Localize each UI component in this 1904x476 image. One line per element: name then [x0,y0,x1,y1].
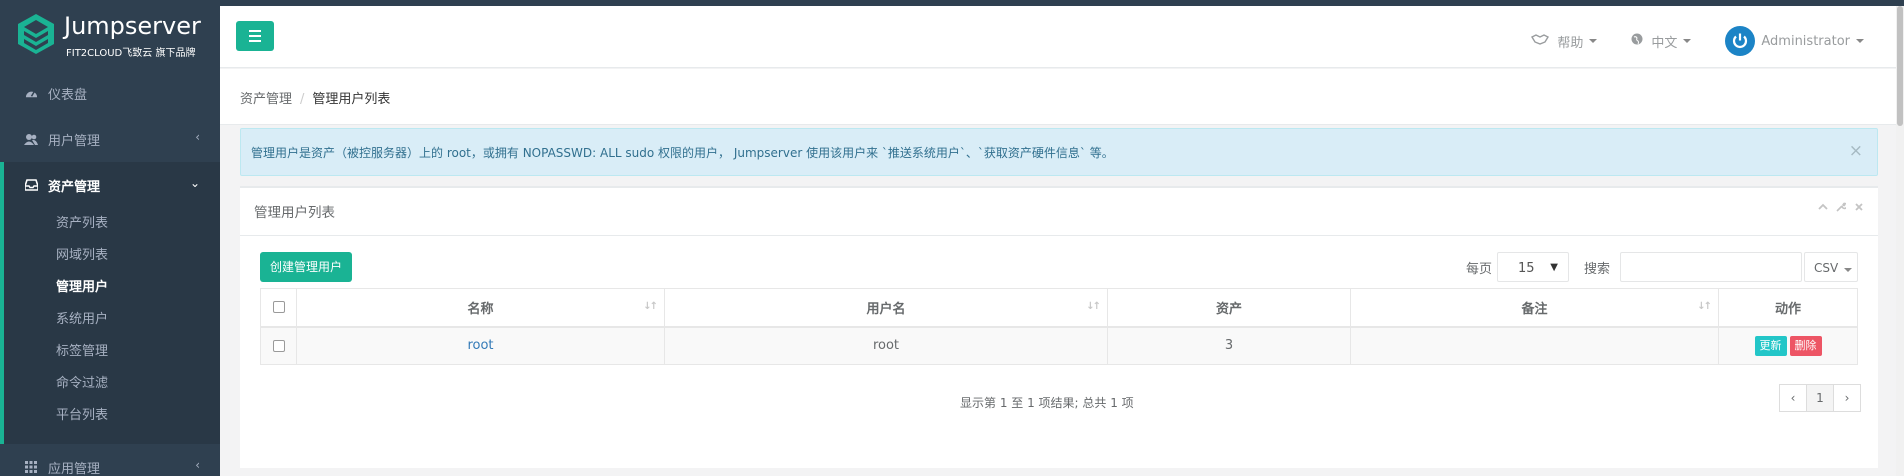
brand-name: Jumpserver [64,12,201,40]
select-all-checkbox[interactable] [272,301,285,314]
row-checkbox[interactable] [272,339,285,352]
col-username[interactable]: 用户名 ↓↑ [664,288,1108,328]
col-actions: 动作 [1718,288,1858,328]
update-button[interactable]: 更新 [1754,335,1787,356]
caret-down-icon: ▼ [1550,262,1558,273]
user-name: Administrator [1761,33,1850,49]
sidebar-item-assets[interactable]: 资产管理 ⌄ [4,162,220,208]
globe-icon [1631,33,1643,49]
users-icon [24,132,38,146]
breadcrumb-current: 管理用户列表 [312,92,391,107]
inbox-icon [24,178,38,192]
row-username-cell: root [664,326,1108,365]
top-right-menu: 帮助 中文 Administrator [1497,26,1864,56]
wrench-icon[interactable] [1836,202,1848,215]
sidebar-subitem-system-user[interactable]: 系统用户 [4,304,220,336]
admin-user-table: 名称 ↓↑ 用户名 ↓↑ 资产 备注 ↓↑ 动作 root root 3 更新 删除 [260,288,1858,365]
close-icon[interactable]: × [1849,141,1863,161]
brand-logo[interactable]: Jumpserver FIT2CLOUD飞致云 旗下品牌 [0,0,220,70]
per-page-label: 每页 [1466,262,1493,277]
alert-text: 管理用户是资产（被控服务器）上的 root，或拥有 NOPASSWD: ALL … [251,146,1114,160]
chevron-up-icon[interactable] [1818,202,1828,215]
csv-label: CSV [1814,261,1839,275]
help-dropdown[interactable]: 帮助 [1531,32,1598,51]
pagination-page[interactable]: 1 [1806,384,1834,412]
language-label: 中文 [1651,35,1678,51]
chevron-left-icon: ‹ [195,458,200,472]
language-dropdown[interactable]: 中文 [1631,32,1692,51]
avatar [1725,26,1756,56]
caret-down-icon [1589,39,1598,43]
breadcrumb: 资产管理 / 管理用户列表 [240,88,390,107]
search-input[interactable] [1620,252,1802,282]
sidebar-toggle-button[interactable] [236,21,274,51]
hamburger-icon [249,30,261,32]
grid-icon [24,460,38,474]
row-actions-cell: 更新 删除 [1718,326,1858,365]
pagination-info: 显示第 1 至 1 项结果; 总共 1 项 [960,396,1134,410]
row-assets-cell: 3 [1107,326,1351,365]
sidebar: Jumpserver FIT2CLOUD飞致云 旗下品牌 仪表盘 用户管理 ‹ … [0,0,220,476]
sidebar-subitem-asset-list[interactable]: 资产列表 [4,208,220,240]
sort-icon: ↓↑ [643,301,658,312]
pagination-prev[interactable]: ‹ [1779,384,1807,412]
chevron-down-icon: ⌄ [189,176,200,190]
scrollbar-thumb[interactable] [1897,6,1903,126]
sidebar-subitem-platforms[interactable]: 平台列表 [4,400,220,432]
admin-user-panel: 管理用户列表 创建管理用户 每页 15 ▼ 搜索 CSV 名称 ↓↑ 用户名 ↓↑ [240,186,1878,468]
sidebar-subitem-command-filter[interactable]: 命令过滤 [4,368,220,400]
page-scrollbar[interactable] [1896,6,1904,476]
sidebar-subitem-admin-user[interactable]: 管理用户 [4,272,220,304]
sidebar-item-label: 资产管理 [48,179,101,195]
pagination: ‹ 1 › [1779,384,1861,412]
col-assets: 资产 [1107,288,1351,328]
panel-title: 管理用户列表 [254,205,335,221]
breadcrumb-root[interactable]: 资产管理 [240,92,292,107]
col-comment[interactable]: 备注 ↓↑ [1350,288,1719,328]
table-header-row: 名称 ↓↑ 用户名 ↓↑ 资产 备注 ↓↑ 动作 [260,288,1858,328]
sidebar-item-label: 应用管理 [48,461,101,476]
row-name-link[interactable]: root [467,338,493,353]
panel-header: 管理用户列表 [240,188,1878,236]
create-admin-user-button[interactable]: 创建管理用户 [260,252,353,282]
row-select-cell [260,326,297,365]
select-all-header [260,288,297,328]
sidebar-item-applications[interactable]: 应用管理 ‹ [0,444,220,476]
panel-tools [1818,202,1864,215]
delete-button[interactable]: 删除 [1789,335,1822,356]
row-name-cell: root [296,326,665,365]
info-alert: 管理用户是资产（被控服务器）上的 root，或拥有 NOPASSWD: ALL … [240,128,1878,176]
sidebar-item-label: 用户管理 [48,133,101,149]
top-navbar: 帮助 中文 Administrator [220,6,1904,68]
sidebar-subitem-labels[interactable]: 标签管理 [4,336,220,368]
per-page-value: 15 [1518,261,1535,276]
user-dropdown[interactable]: Administrator [1725,26,1864,56]
help-label: 帮助 [1557,35,1584,51]
brand-subtitle: FIT2CLOUD飞致云 旗下品牌 [66,48,196,59]
dashboard-icon [24,86,38,100]
sidebar-subitem-domain-list[interactable]: 网域列表 [4,240,220,272]
per-page-select[interactable]: 15 ▼ [1497,252,1569,282]
breadcrumb-separator: / [300,92,305,107]
chevron-left-icon: ‹ [195,130,200,144]
sidebar-item-label: 仪表盘 [48,87,88,103]
close-icon[interactable] [1854,202,1864,215]
sidebar-item-dashboard[interactable]: 仪表盘 [0,70,220,116]
table-row: root root 3 更新 删除 [260,326,1858,365]
caret-down-icon [1683,39,1692,43]
sort-icon: ↓↑ [1086,301,1101,312]
page-heading: 资产管理 / 管理用户列表 [220,69,1904,125]
search-label: 搜索 [1584,262,1611,277]
sort-icon: ↓↑ [1697,301,1712,312]
caret-down-icon [1856,39,1864,43]
csv-export-dropdown[interactable]: CSV [1804,252,1858,282]
sidebar-item-users[interactable]: 用户管理 ‹ [0,116,220,162]
pagination-next[interactable]: › [1833,384,1861,412]
sidebar-group-assets: 资产管理 ⌄ 资产列表 网域列表 管理用户 系统用户 标签管理 命令过滤 平台列… [0,162,220,444]
caret-down-icon [1844,268,1853,272]
jumpserver-logo-icon [14,12,58,56]
col-name[interactable]: 名称 ↓↑ [296,288,665,328]
row-comment-cell [1350,326,1719,365]
handshake-icon [1531,33,1550,49]
